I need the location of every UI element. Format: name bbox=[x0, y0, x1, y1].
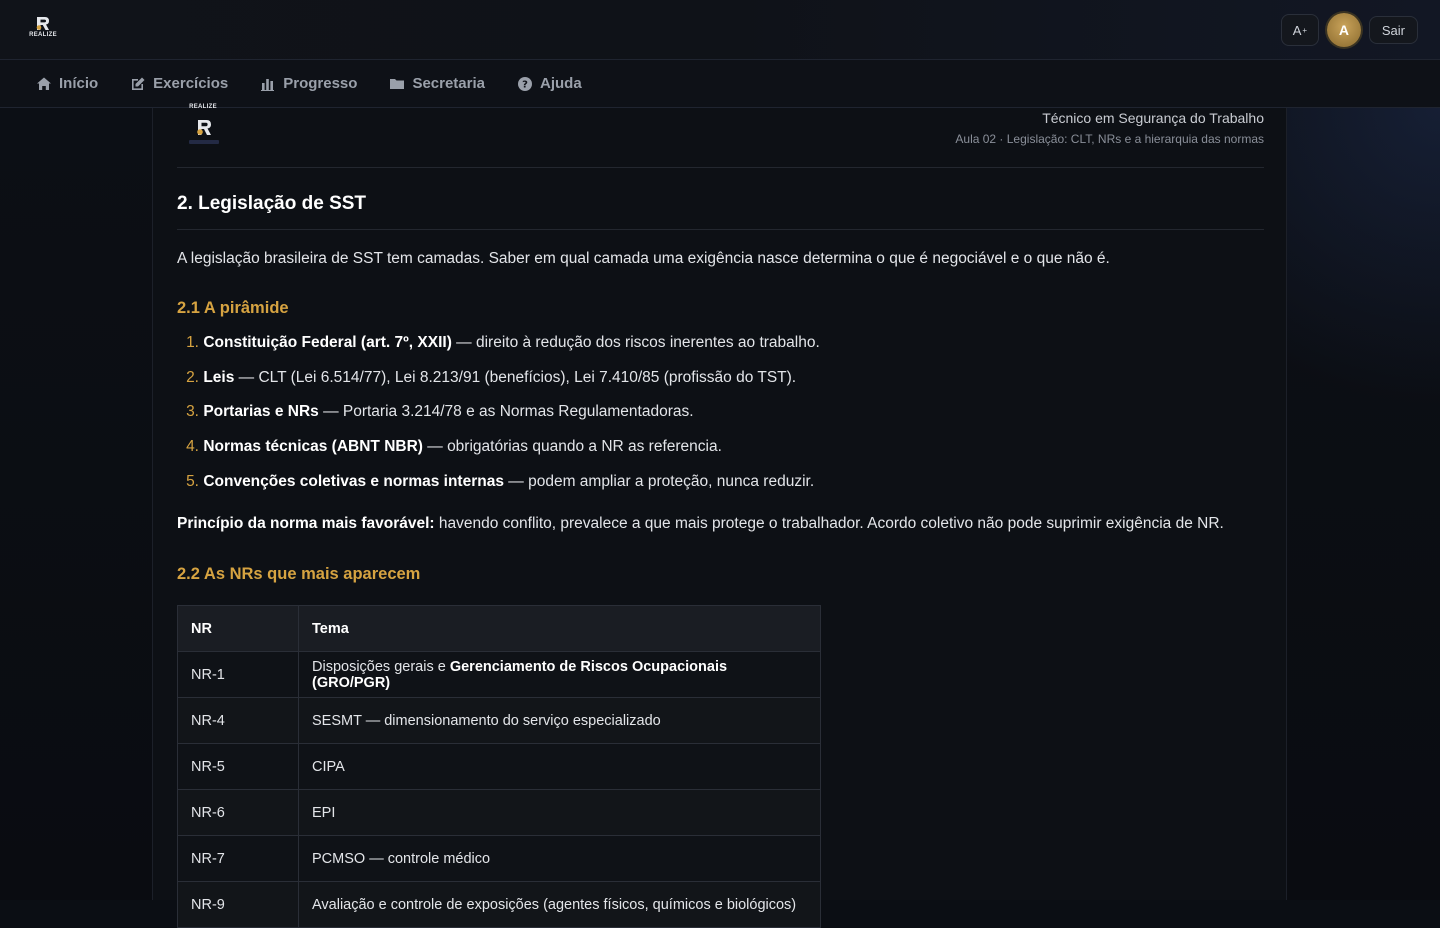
list-item: 4. Normas técnicas (ABNT NBR) — obrigató… bbox=[177, 438, 820, 473]
document-logo-wordmark: REALIZE bbox=[189, 104, 217, 110]
list-item: 3. Portarias e NRs — Portaria 3.214/78 e… bbox=[177, 403, 820, 438]
nav-item-inicio[interactable]: Início bbox=[36, 75, 98, 92]
nav-label: Início bbox=[59, 75, 99, 92]
font-size-label: A bbox=[1292, 22, 1302, 38]
list-item-text: — direito à redução dos riscos inerentes… bbox=[451, 334, 820, 351]
lesson-title: Aula 02 · Legislação: CLT, NRs e a hiera… bbox=[955, 132, 1264, 146]
font-size-button[interactable]: A + bbox=[1280, 14, 1319, 46]
list-number: 2. bbox=[186, 368, 199, 386]
list-number: 4. bbox=[186, 438, 199, 456]
document-header: REALIZE Técnico em Segurança do Trabalho… bbox=[177, 104, 1264, 168]
list-item: 1. Constituição Federal (art. 7º, XXII) … bbox=[177, 334, 820, 369]
table-row: NR-9 Avaliação e controle de exposições … bbox=[177, 881, 821, 928]
bar-chart-icon bbox=[261, 78, 275, 91]
list-item-bold: Normas técnicas (ABNT NBR) bbox=[203, 438, 423, 456]
document-logo: REALIZE bbox=[183, 104, 223, 148]
avatar[interactable]: A bbox=[1326, 13, 1361, 47]
question-circle-icon: ? bbox=[518, 76, 532, 91]
table-header-row: NR Tema bbox=[177, 605, 821, 652]
list-item-bold: Portarias e NRs bbox=[203, 403, 319, 421]
table-cell-tema: SESMT — dimensionamento do serviço espec… bbox=[298, 697, 821, 744]
table-row: NR-7 PCMSO — controle médico bbox=[177, 835, 821, 882]
nav-label: Exercícios bbox=[153, 75, 229, 92]
section-title: 2. Legislação de SST bbox=[177, 193, 1264, 230]
list-item-bold: Constituição Federal (art. 7º, XXII) bbox=[203, 334, 452, 351]
subsection-title-pyramid: 2.1 A pirâmide bbox=[177, 299, 289, 317]
app-logo[interactable]: REALIZE bbox=[26, 16, 60, 42]
edit-icon bbox=[132, 77, 145, 90]
svg-text:?: ? bbox=[522, 79, 528, 90]
table-header-tema: Tema bbox=[298, 605, 821, 652]
table-header-nr: NR bbox=[177, 605, 299, 652]
nav-label: Ajuda bbox=[540, 75, 582, 92]
list-item-text: — obrigatórias quando a NR as referencia… bbox=[422, 438, 722, 456]
table-cell-nr: NR-4 bbox=[177, 697, 299, 744]
table-cell-tema: PCMSO — controle médico bbox=[298, 835, 821, 882]
course-title: Técnico em Segurança do Trabalho bbox=[1042, 110, 1264, 126]
list-item: 2. Leis — CLT (Lei 6.514/77), Lei 8.213/… bbox=[177, 369, 820, 404]
table-cell-tema: Avaliação e controle de exposições (agen… bbox=[298, 881, 821, 928]
list-item-text: — Portaria 3.214/78 e as Normas Regulame… bbox=[318, 403, 694, 421]
table-cell-tema: EPI bbox=[298, 789, 821, 836]
list-number: 3. bbox=[186, 403, 199, 421]
font-size-plus: + bbox=[1302, 25, 1308, 35]
document-logo-base bbox=[189, 140, 219, 144]
nav-item-ajuda[interactable]: ? Ajuda bbox=[517, 75, 582, 92]
list-item-text: — CLT (Lei 6.514/77), Lei 8.213/91 (bene… bbox=[234, 368, 797, 386]
table-cell-tema: Disposições gerais e Gerenciamento de Ri… bbox=[298, 651, 821, 698]
table-row: NR-6 EPI bbox=[177, 789, 821, 836]
principle-bold: Princípio da norma mais favorável: bbox=[177, 515, 435, 532]
nav-item-exercicios[interactable]: Exercícios bbox=[130, 75, 228, 92]
home-icon bbox=[37, 77, 51, 90]
intro-paragraph: A legislação brasileira de SST tem camad… bbox=[177, 250, 1110, 267]
table-row: NR-1 Disposições gerais e Gerenciamento … bbox=[177, 651, 821, 698]
list-item-bold: Leis bbox=[203, 368, 235, 386]
top-bar: REALIZE A + A Sair bbox=[0, 0, 1440, 60]
table-cell-nr: NR-6 bbox=[177, 789, 299, 836]
list-number: 5. bbox=[186, 472, 199, 490]
logout-button[interactable]: Sair bbox=[1368, 16, 1418, 44]
table-cell-nr: NR-9 bbox=[177, 881, 299, 928]
list-item-bold: Convenções coletivas e normas internas bbox=[203, 472, 504, 490]
nav-item-secretaria[interactable]: Secretaria bbox=[389, 75, 485, 92]
logo-mark-icon bbox=[197, 120, 211, 135]
table-row: NR-4 SESMT — dimensionamento do serviço … bbox=[177, 697, 821, 744]
nav-item-progresso[interactable]: Progresso bbox=[260, 75, 357, 92]
list-number: 1. bbox=[186, 334, 199, 351]
table-row: NR-5 CIPA bbox=[177, 743, 821, 790]
principle-text: havendo conflito, prevalece a que mais p… bbox=[434, 515, 1224, 532]
nav-label: Secretaria bbox=[412, 75, 485, 92]
list-item: 5. Convenções coletivas e normas interna… bbox=[177, 473, 820, 508]
table-cell-nr: NR-7 bbox=[177, 835, 299, 882]
main-nav: Início Exercícios Progresso Secretaria ?… bbox=[0, 60, 1440, 108]
folder-icon bbox=[390, 78, 405, 89]
list-item-text: — podem ampliar a proteção, nunca reduzi… bbox=[503, 472, 815, 490]
logo-wordmark: REALIZE bbox=[29, 32, 57, 38]
table-cell-nr: NR-1 bbox=[177, 651, 299, 698]
table-cell-tema: CIPA bbox=[298, 743, 821, 790]
pyramid-list: 1. Constituição Federal (art. 7º, XXII) … bbox=[177, 334, 820, 507]
logo-mark-icon bbox=[36, 17, 49, 30]
table-cell-nr: NR-5 bbox=[177, 743, 299, 790]
tema-text: Disposições gerais e bbox=[312, 658, 450, 675]
subsection-title-nrs: 2.2 As NRs que mais aparecem bbox=[177, 565, 421, 583]
nr-table: NR Tema NR-1 Disposições gerais e Gerenc… bbox=[177, 605, 821, 928]
principle-paragraph: Princípio da norma mais favorável: haven… bbox=[177, 515, 1224, 533]
nav-label: Progresso bbox=[283, 75, 358, 92]
